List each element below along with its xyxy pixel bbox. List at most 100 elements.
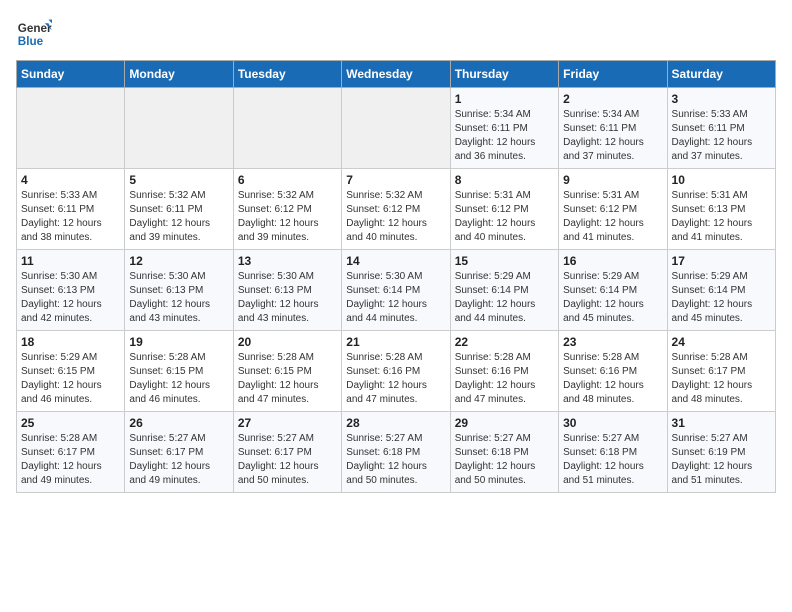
calendar-day-cell: 29Sunrise: 5:27 AM Sunset: 6:18 PM Dayli… <box>450 412 558 493</box>
calendar-day-cell: 16 Sunrise: 5:29 AM Sunset: 6:14 PM Dayli… <box>559 250 667 331</box>
day-number: 20 <box>238 335 337 349</box>
day-info: Sunrise: 5:27 AM Sunset: 6:19 PM Dayligh… <box>672 432 771 488</box>
day-info: Sunrise: 5:27 AM Sunset: 6:17 PM Dayligh… <box>129 432 228 488</box>
calendar-week-row: 11 Sunrise: 5:30 AM Sunset: 6:13 PM Dayli… <box>17 250 776 331</box>
day-number: 2 <box>563 92 662 106</box>
day-number: 22 <box>455 335 554 349</box>
day-number: 8 <box>455 173 554 187</box>
day-info: Sunrise: 5:30 AM Sunset: 6:14 PM Dayligh… <box>346 270 445 326</box>
day-info: Sunrise: 5:28 AM Sunset: 6:17 PM Dayligh… <box>672 351 771 407</box>
day-number: 27 <box>238 416 337 430</box>
day-number: 21 <box>346 335 445 349</box>
calendar-day-cell: 5 Sunrise: 5:32 AM Sunset: 6:11 PM Daylig… <box>125 169 233 250</box>
calendar-week-row: 4Sunrise: 5:33 AM Sunset: 6:11 PM Daylig… <box>17 169 776 250</box>
calendar-day-cell: 2 Sunrise: 5:34 AM Sunset: 6:11 PM Daylig… <box>559 88 667 169</box>
calendar-day-cell: 6 Sunrise: 5:32 AM Sunset: 6:12 PM Daylig… <box>233 169 341 250</box>
day-info: Sunrise: 5:34 AM Sunset: 6:11 PM Dayligh… <box>563 108 662 164</box>
calendar-day-cell <box>233 88 341 169</box>
calendar-day-cell: 21Sunrise: 5:28 AM Sunset: 6:16 PM Dayli… <box>342 331 450 412</box>
day-info: Sunrise: 5:32 AM Sunset: 6:11 PM Dayligh… <box>129 189 228 245</box>
weekday-header: Sunday <box>17 61 125 88</box>
day-info: Sunrise: 5:31 AM Sunset: 6:12 PM Dayligh… <box>455 189 554 245</box>
day-info: Sunrise: 5:28 AM Sunset: 6:16 PM Dayligh… <box>455 351 554 407</box>
day-number: 12 <box>129 254 228 268</box>
calendar-day-cell: 22 Sunrise: 5:28 AM Sunset: 6:16 PM Dayli… <box>450 331 558 412</box>
day-info: Sunrise: 5:29 AM Sunset: 6:15 PM Dayligh… <box>21 351 120 407</box>
day-info: Sunrise: 5:28 AM Sunset: 6:16 PM Dayligh… <box>563 351 662 407</box>
day-info: Sunrise: 5:30 AM Sunset: 6:13 PM Dayligh… <box>21 270 120 326</box>
day-number: 30 <box>563 416 662 430</box>
calendar-day-cell: 17Sunrise: 5:29 AM Sunset: 6:14 PM Dayli… <box>667 250 775 331</box>
day-info: Sunrise: 5:34 AM Sunset: 6:11 PM Dayligh… <box>455 108 554 164</box>
day-info: Sunrise: 5:32 AM Sunset: 6:12 PM Dayligh… <box>346 189 445 245</box>
day-info: Sunrise: 5:30 AM Sunset: 6:13 PM Dayligh… <box>238 270 337 326</box>
day-info: Sunrise: 5:31 AM Sunset: 6:12 PM Dayligh… <box>563 189 662 245</box>
calendar-day-cell: 14 Sunrise: 5:30 AM Sunset: 6:14 PM Dayli… <box>342 250 450 331</box>
calendar-day-cell: 26 Sunrise: 5:27 AM Sunset: 6:17 PM Dayli… <box>125 412 233 493</box>
day-number: 18 <box>21 335 120 349</box>
day-number: 19 <box>129 335 228 349</box>
day-info: Sunrise: 5:33 AM Sunset: 6:11 PM Dayligh… <box>672 108 771 164</box>
day-info: Sunrise: 5:27 AM Sunset: 6:18 PM Dayligh… <box>563 432 662 488</box>
day-number: 7 <box>346 173 445 187</box>
day-number: 10 <box>672 173 771 187</box>
calendar-day-cell: 3 Sunrise: 5:33 AM Sunset: 6:11 PM Daylig… <box>667 88 775 169</box>
day-info: Sunrise: 5:28 AM Sunset: 6:17 PM Dayligh… <box>21 432 120 488</box>
day-number: 3 <box>672 92 771 106</box>
calendar-day-cell: 18 Sunrise: 5:29 AM Sunset: 6:15 PM Dayli… <box>17 331 125 412</box>
day-number: 31 <box>672 416 771 430</box>
day-number: 16 <box>563 254 662 268</box>
calendar-day-cell: 28 Sunrise: 5:27 AM Sunset: 6:18 PM Dayli… <box>342 412 450 493</box>
calendar-day-cell: 27 Sunrise: 5:27 AM Sunset: 6:17 PM Dayli… <box>233 412 341 493</box>
day-info: Sunrise: 5:27 AM Sunset: 6:18 PM Dayligh… <box>346 432 445 488</box>
calendar-day-cell: 24 Sunrise: 5:28 AM Sunset: 6:17 PM Dayli… <box>667 331 775 412</box>
day-number: 25 <box>21 416 120 430</box>
day-number: 23 <box>563 335 662 349</box>
day-number: 28 <box>346 416 445 430</box>
weekday-header: Wednesday <box>342 61 450 88</box>
day-number: 6 <box>238 173 337 187</box>
calendar-day-cell <box>17 88 125 169</box>
calendar-day-cell <box>125 88 233 169</box>
day-number: 24 <box>672 335 771 349</box>
day-info: Sunrise: 5:29 AM Sunset: 6:14 PM Dayligh… <box>672 270 771 326</box>
calendar-day-cell: 23 Sunrise: 5:28 AM Sunset: 6:16 PM Dayli… <box>559 331 667 412</box>
calendar-day-cell: 31 Sunrise: 5:27 AM Sunset: 6:19 PM Dayli… <box>667 412 775 493</box>
calendar-day-cell: 8 Sunrise: 5:31 AM Sunset: 6:12 PM Daylig… <box>450 169 558 250</box>
day-number: 15 <box>455 254 554 268</box>
day-info: Sunrise: 5:27 AM Sunset: 6:17 PM Dayligh… <box>238 432 337 488</box>
calendar-day-cell: 9 Sunrise: 5:31 AM Sunset: 6:12 PM Daylig… <box>559 169 667 250</box>
calendar-day-cell: 7 Sunrise: 5:32 AM Sunset: 6:12 PM Daylig… <box>342 169 450 250</box>
calendar-week-row: 25 Sunrise: 5:28 AM Sunset: 6:17 PM Dayli… <box>17 412 776 493</box>
day-number: 26 <box>129 416 228 430</box>
calendar-week-row: 1 Sunrise: 5:34 AM Sunset: 6:11 PM Daylig… <box>17 88 776 169</box>
calendar-day-cell: 1 Sunrise: 5:34 AM Sunset: 6:11 PM Daylig… <box>450 88 558 169</box>
day-number: 1 <box>455 92 554 106</box>
day-info: Sunrise: 5:30 AM Sunset: 6:13 PM Dayligh… <box>129 270 228 326</box>
calendar-day-cell: 10Sunrise: 5:31 AM Sunset: 6:13 PM Dayli… <box>667 169 775 250</box>
weekday-header: Tuesday <box>233 61 341 88</box>
weekday-header: Friday <box>559 61 667 88</box>
calendar-day-cell: 13 Sunrise: 5:30 AM Sunset: 6:13 PM Dayli… <box>233 250 341 331</box>
weekday-header: Saturday <box>667 61 775 88</box>
day-number: 13 <box>238 254 337 268</box>
calendar-day-cell: 15 Sunrise: 5:29 AM Sunset: 6:14 PM Dayli… <box>450 250 558 331</box>
page-header: General Blue <box>16 16 776 52</box>
calendar-day-cell: 12 Sunrise: 5:30 AM Sunset: 6:13 PM Dayli… <box>125 250 233 331</box>
calendar-body: 1 Sunrise: 5:34 AM Sunset: 6:11 PM Daylig… <box>17 88 776 493</box>
day-info: Sunrise: 5:32 AM Sunset: 6:12 PM Dayligh… <box>238 189 337 245</box>
weekday-header: Thursday <box>450 61 558 88</box>
calendar-day-cell: 19 Sunrise: 5:28 AM Sunset: 6:15 PM Dayli… <box>125 331 233 412</box>
day-number: 9 <box>563 173 662 187</box>
day-info: Sunrise: 5:29 AM Sunset: 6:14 PM Dayligh… <box>455 270 554 326</box>
day-number: 14 <box>346 254 445 268</box>
day-info: Sunrise: 5:28 AM Sunset: 6:15 PM Dayligh… <box>129 351 228 407</box>
day-info: Sunrise: 5:28 AM Sunset: 6:15 PM Dayligh… <box>238 351 337 407</box>
logo: General Blue <box>16 16 52 52</box>
weekday-header: Monday <box>125 61 233 88</box>
calendar-header: SundayMondayTuesdayWednesdayThursdayFrid… <box>17 61 776 88</box>
calendar-day-cell <box>342 88 450 169</box>
day-info: Sunrise: 5:29 AM Sunset: 6:14 PM Dayligh… <box>563 270 662 326</box>
day-number: 5 <box>129 173 228 187</box>
day-number: 11 <box>21 254 120 268</box>
